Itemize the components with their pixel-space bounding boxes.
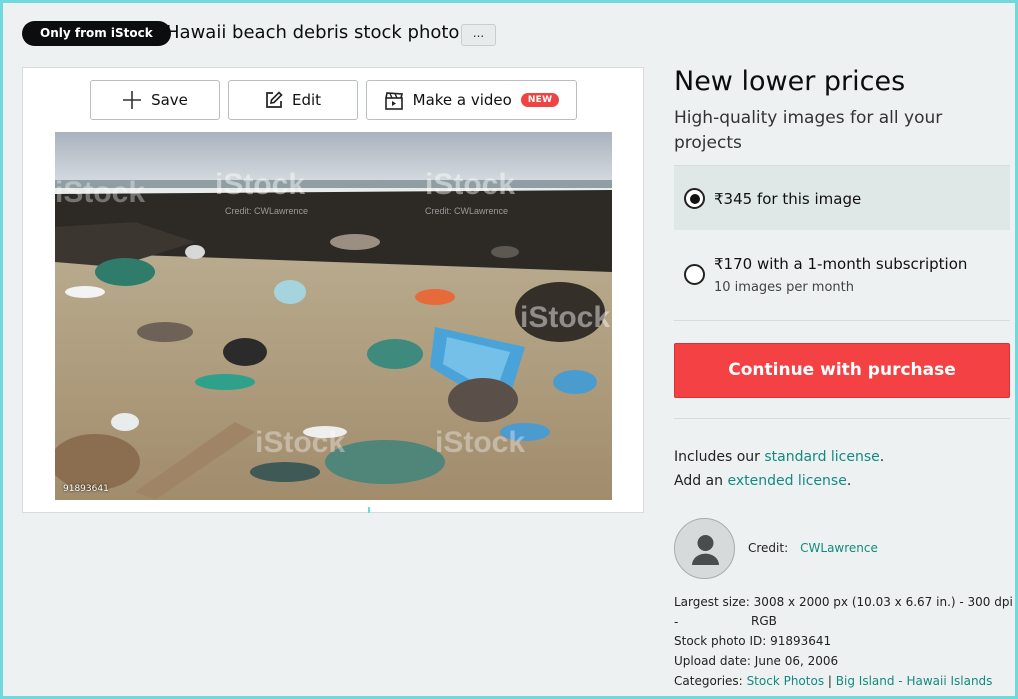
watermark: iStock: [215, 168, 305, 201]
pencil-square-icon: [265, 91, 283, 109]
make-a-video-label: Make a video: [412, 91, 512, 109]
plus-icon: [122, 90, 142, 110]
new-badge: NEW: [520, 93, 560, 107]
watermark-credit: Credit: CWLawrence: [225, 206, 308, 216]
standard-license-link[interactable]: standard license: [764, 449, 879, 465]
option-subscription-sub: 10 images per month: [714, 280, 854, 295]
pricing-headline: New lower prices: [674, 66, 906, 97]
watermark: iStock: [255, 426, 345, 459]
standard-license-line: Includes our standard license.: [674, 449, 885, 465]
largest-size-cont: RGB: [751, 614, 777, 628]
page-title: Hawaii beach debris stock photo: [166, 22, 460, 43]
continue-with-purchase-button[interactable]: Continue with purchase: [674, 343, 1010, 398]
watermark: iStock: [520, 301, 610, 334]
radio-unselected[interactable]: [684, 264, 705, 285]
image-panel: Save Edit Make a video NEW iStock iStock…: [22, 67, 644, 513]
extended-license-line: Add an extended license.: [674, 473, 852, 489]
only-from-istock-badge: Only from iStock: [22, 21, 171, 46]
scroll-indicator: [368, 507, 370, 513]
clapperboard-icon: [384, 90, 404, 110]
pricing-subhead: High-quality images for all your project…: [674, 108, 943, 153]
contributor-link[interactable]: CWLawrence: [800, 541, 878, 555]
radio-selected[interactable]: [684, 188, 705, 209]
more-options-button[interactable]: ...: [461, 24, 496, 46]
option-single-image-label: ₹345 for this image: [714, 190, 862, 208]
divider: [674, 418, 1010, 419]
make-a-video-button[interactable]: Make a video NEW: [366, 80, 577, 120]
category-link-stock-photos[interactable]: Stock Photos: [747, 674, 825, 688]
watermark: iStock: [55, 176, 145, 209]
option-subscription-label: ₹170 with a 1-month subscription: [714, 255, 968, 273]
categories: Categories: Stock Photos | Big Island - …: [674, 674, 993, 688]
watermark: iStock: [435, 426, 525, 459]
person-icon: [674, 518, 735, 579]
stock-photo[interactable]: iStock iStock iStock iStock iStock iStoc…: [55, 132, 612, 500]
category-link-big-island[interactable]: Big Island - Hawaii Islands: [836, 674, 993, 688]
upload-date: Upload date: June 06, 2006: [674, 654, 839, 668]
save-button[interactable]: Save: [90, 80, 220, 120]
stock-photo-id: Stock photo ID: 91893641: [674, 634, 832, 648]
credit-line: Credit: CWLawrence: [748, 541, 878, 555]
extended-license-link[interactable]: extended license: [727, 473, 846, 489]
save-label: Save: [151, 91, 188, 109]
edit-label: Edit: [291, 91, 322, 109]
option-single-image[interactable]: ₹345 for this image: [674, 165, 1010, 230]
option-subscription[interactable]: ₹170 with a 1-month subscription 10 imag…: [674, 231, 1010, 321]
watermark-credit: Credit: CWLawrence: [425, 206, 508, 216]
watermark: iStock: [425, 168, 515, 201]
edit-button[interactable]: Edit: [228, 80, 358, 120]
photo-id-overlay: 91893641: [63, 484, 109, 494]
